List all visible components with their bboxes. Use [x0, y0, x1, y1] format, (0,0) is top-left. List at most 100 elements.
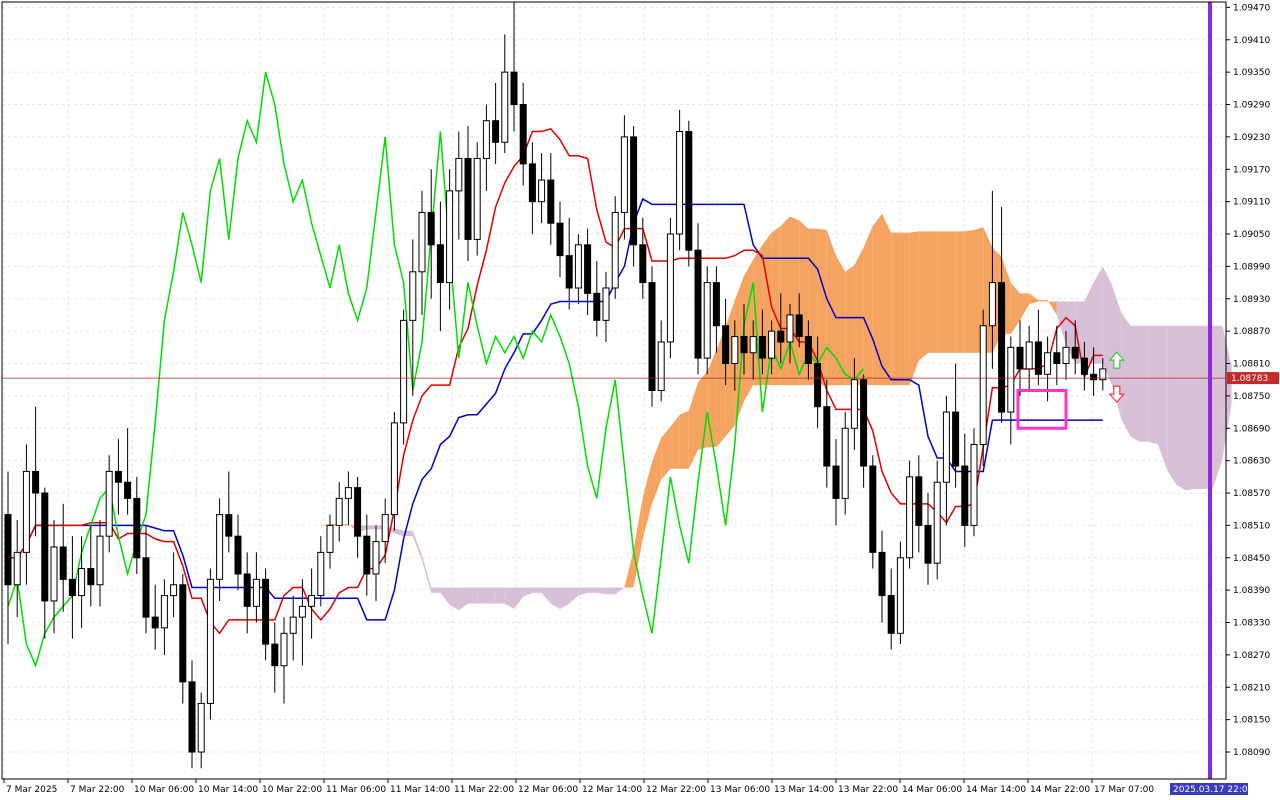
- candle-body: [418, 211, 426, 273]
- candle-body: [32, 470, 40, 494]
- candle-body: [565, 255, 573, 289]
- candle-body: [1090, 373, 1098, 381]
- kumo-segment: [955, 231, 965, 353]
- candle-body: [970, 443, 978, 526]
- kumo-segment: [596, 587, 606, 595]
- x-tick-label: 17 Mar 07:00: [1094, 785, 1154, 795]
- candle-body: [464, 157, 472, 240]
- candle-body: [758, 336, 766, 359]
- kumo-segment: [1038, 300, 1048, 302]
- candle-body: [409, 271, 417, 321]
- y-tick-label: 1.09410: [1233, 36, 1270, 46]
- kumo-segment: [918, 231, 928, 361]
- kumo-segment: [1121, 312, 1131, 437]
- candle-body: [455, 157, 463, 192]
- kumo-segment: [1158, 325, 1168, 471]
- kumo-segment: [486, 587, 496, 604]
- candle-body: [188, 681, 196, 753]
- candle-body: [114, 470, 122, 483]
- kumo-segment: [1185, 325, 1195, 491]
- candle-body: [22, 470, 30, 553]
- candle-body: [400, 319, 408, 424]
- candle-body: [574, 244, 582, 289]
- candle-body: [593, 292, 601, 321]
- candle-body: [814, 363, 822, 408]
- chart-overlays: 1.08783 2025.03.17 22:00: [2, 2, 1279, 795]
- x-tick-label: 12 Mar 22:00: [646, 785, 706, 795]
- kumo-segment: [412, 530, 422, 561]
- kumo-segment: [606, 587, 616, 595]
- candle-body: [998, 282, 1006, 413]
- kumo-segment: [642, 461, 652, 539]
- kumo-segment: [256, 544, 266, 558]
- y-tick-label: 1.09050: [1233, 230, 1270, 240]
- candle-body: [749, 336, 757, 354]
- candle-body: [206, 578, 214, 704]
- kumo-segment: [1093, 266, 1103, 364]
- candle-body: [823, 406, 831, 467]
- kumo-segment: [882, 213, 892, 386]
- candle-body: [906, 476, 914, 559]
- y-tick-label: 1.08750: [1233, 392, 1270, 402]
- kumo-segment: [1176, 325, 1186, 491]
- x-tick-label: 11 Mar 22:00: [454, 785, 514, 795]
- candle-body: [620, 136, 628, 213]
- candle-body: [630, 136, 638, 246]
- kumo-segment: [909, 231, 919, 386]
- candle-body: [1016, 346, 1024, 370]
- kumo-segment: [1213, 325, 1223, 488]
- candle-body: [777, 330, 785, 343]
- candle-body: [1062, 346, 1070, 365]
- y-tick-label: 1.08930: [1233, 295, 1270, 305]
- kumo-segment: [872, 213, 882, 386]
- candle-body: [363, 535, 371, 575]
- candle-body: [611, 211, 619, 289]
- kumo-segment: [1047, 300, 1057, 315]
- candle-body: [795, 314, 803, 338]
- kumo-segment: [495, 587, 505, 604]
- candle-body: [666, 233, 674, 343]
- candle-body: [860, 379, 868, 467]
- candle-body: [722, 325, 730, 365]
- kumo-segment: [477, 587, 487, 604]
- candle-body: [197, 702, 205, 753]
- kumo-segment: [670, 414, 680, 469]
- y-tick-label: 1.08090: [1233, 748, 1270, 758]
- price-chart[interactable]: 1.087832025.03.17 22:00 1.094701.094101.…: [0, 0, 1280, 800]
- candle-body: [841, 427, 849, 499]
- cursor-time-label: 2025.03.17 22:00: [1173, 785, 1254, 795]
- candle-body: [160, 595, 168, 629]
- kumo-segment: [1130, 325, 1140, 442]
- candle-body: [924, 524, 932, 564]
- kumo-segment: [652, 437, 662, 504]
- candle-body: [657, 341, 665, 391]
- x-tick-label: 13 Mar 22:00: [838, 785, 898, 795]
- y-tick-label: 1.08150: [1233, 716, 1270, 726]
- candle-body: [390, 422, 398, 516]
- candle-body: [151, 616, 159, 629]
- candle-body: [234, 535, 242, 575]
- kumo-segment: [1222, 325, 1232, 460]
- y-tick-label: 1.08570: [1233, 489, 1270, 499]
- candle-body: [252, 578, 260, 607]
- kumo-segment: [780, 216, 790, 386]
- kumo-segment: [900, 232, 910, 386]
- candle-body: [1034, 341, 1042, 375]
- x-tick-label: 12 Mar 06:00: [518, 785, 578, 795]
- candle-body: [786, 314, 794, 343]
- kumo-segment: [265, 525, 275, 545]
- candle-body: [78, 568, 86, 597]
- kumo-segment: [587, 587, 597, 593]
- candle-body: [271, 643, 279, 667]
- candle-body: [446, 190, 454, 284]
- kumo-segment: [946, 231, 956, 353]
- x-tick-label: 12 Mar 14:00: [582, 785, 642, 795]
- kumo-segment: [532, 587, 542, 593]
- kumo-segment: [569, 587, 579, 604]
- candle-body: [584, 244, 592, 294]
- candle-body: [280, 632, 288, 667]
- y-tick-label: 1.09170: [1233, 165, 1270, 175]
- candle-body: [942, 411, 950, 483]
- candle-body: [510, 71, 518, 106]
- candle-body: [243, 573, 251, 607]
